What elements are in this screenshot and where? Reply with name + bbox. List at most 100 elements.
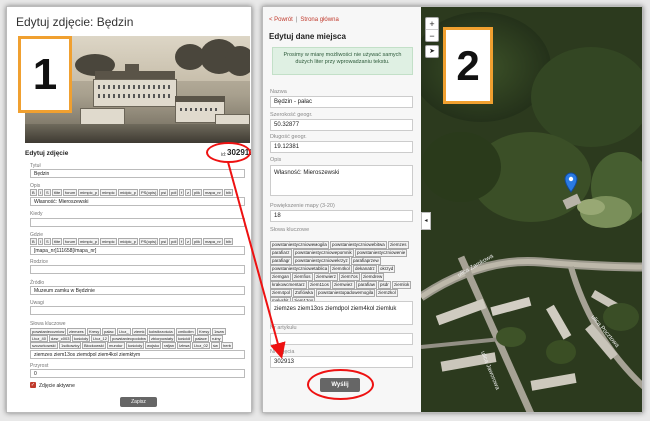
- keywords-textarea[interactable]: ziemzes ziem13os ziemdpol ziem4kol zieml…: [270, 301, 413, 325]
- keyword-tag[interactable]: Ltcz_40: [30, 335, 49, 342]
- map-zoom-input[interactable]: 18: [270, 210, 413, 222]
- back-link[interactable]: < Powrót: [269, 17, 293, 23]
- keyword-tag[interactable]: ziemgan: [270, 273, 292, 281]
- keyword-tag[interactable]: parafiarz: [270, 249, 292, 257]
- keyword-tag[interactable]: Kresy: [87, 328, 102, 335]
- keyword-tag[interactable]: 1wzw: [212, 328, 227, 335]
- format-button[interactable]: z: [185, 189, 191, 196]
- keyword-tag[interactable]: kolwikrzościa: [147, 328, 175, 335]
- photo-number-input[interactable]: 302913: [270, 356, 413, 368]
- format-button[interactable]: tlite: [52, 189, 63, 196]
- keyword-tag[interactable]: powstaniecpodobw: [110, 335, 149, 342]
- format-button[interactable]: psi: [159, 238, 169, 245]
- format-button[interactable]: tlite: [52, 238, 63, 245]
- keyword-tag[interactable]: Kresy: [197, 328, 212, 335]
- keyword-tag[interactable]: ziemzes: [388, 241, 409, 249]
- keyword-tag[interactable]: Izbwa: [177, 342, 192, 349]
- keyword-tag[interactable]: ziemdrew: [361, 273, 385, 281]
- keyword-tag[interactable]: ziemwiez: [332, 281, 355, 289]
- latitude-input[interactable]: 50.32877: [270, 119, 413, 131]
- article-number-input[interactable]: [270, 333, 413, 345]
- title-input[interactable]: Będzin: [30, 169, 245, 178]
- keyword-tag[interactable]: dzsr_c003: [49, 335, 72, 342]
- format-button[interactable]: midpic_p: [118, 238, 139, 245]
- keyword-tag[interactable]: powstaniestycznioweмogila: [270, 241, 329, 249]
- format-button[interactable]: mimpic: [100, 238, 117, 245]
- keyword-tag[interactable]: Błockowski: [82, 342, 106, 349]
- keyword-tag[interactable]: ziem4pol: [270, 289, 293, 297]
- keyword-tag[interactable]: powstaniestyczniowekrzyz: [293, 257, 350, 265]
- keyword-tag[interactable]: Zofiówka: [293, 289, 316, 297]
- keyword-tag[interactable]: mundur: [107, 342, 125, 349]
- keyword-tag[interactable]: parafiaw: [356, 281, 378, 289]
- format-button[interactable]: bib: [224, 189, 234, 196]
- keywords-input[interactable]: ziemzes ziem13os ziemdpol ziem4kol ziemk…: [30, 350, 245, 359]
- keyword-tag[interactable]: krakowcmentarz: [270, 281, 307, 289]
- description-input[interactable]: Własność: Mieroszewski: [30, 197, 245, 206]
- parents-input[interactable]: [30, 265, 245, 274]
- locate-icon[interactable]: ➤: [425, 45, 439, 58]
- keyword-tag[interactable]: kościoły: [126, 342, 145, 349]
- keyword-tag[interactable]: św: [211, 342, 220, 349]
- format-button[interactable]: I: [38, 238, 44, 245]
- collapse-panel-button[interactable]: ◂: [421, 212, 431, 230]
- keyword-tag[interactable]: rafjan: [162, 342, 177, 349]
- save-button[interactable]: Zapisz: [120, 397, 157, 407]
- keyword-tag[interactable]: powstaniestyczniowepomnik: [293, 249, 354, 257]
- format-button[interactable]: B: [30, 189, 37, 196]
- keyword-tag[interactable]: ziemfios: [292, 273, 313, 281]
- keyword-tag[interactable]: pałac: [102, 328, 116, 335]
- keyword-tag[interactable]: kościoły: [72, 335, 91, 342]
- format-button[interactable]: mimpic_p: [78, 189, 100, 196]
- format-button[interactable]: midpic_p: [118, 189, 139, 196]
- format-button[interactable]: forum: [63, 189, 78, 196]
- format-button[interactable]: mimpic_p: [78, 238, 100, 245]
- format-button[interactable]: B: [30, 238, 37, 245]
- format-button[interactable]: pdi: [169, 238, 179, 245]
- source-input[interactable]: Muzeum zamku w Będzinie: [30, 286, 245, 295]
- keyword-tag[interactable]: powstaniestyczniowebitwa: [330, 241, 387, 249]
- zoom-in-button[interactable]: +: [426, 18, 438, 30]
- format-button[interactable]: f: [179, 238, 185, 245]
- keyword-tag[interactable]: ziemwierz: [314, 273, 339, 281]
- format-button[interactable]: mapa_nr: [203, 238, 223, 245]
- keyword-tag[interactable]: Ltcz_12: [91, 335, 110, 342]
- notes-input[interactable]: [30, 306, 245, 315]
- format-button[interactable]: bib: [224, 238, 234, 245]
- satellite-map[interactable]: ulica Zamkowa ulica Jaworowa ulica Poczt…: [421, 7, 642, 412]
- keyword-tag[interactable]: psdr: [378, 281, 391, 289]
- where-input[interactable]: [mapa_nr]111658[/mapa_nr]: [30, 246, 245, 255]
- format-button[interactable]: mimpic: [100, 189, 117, 196]
- format-button[interactable]: pdi: [169, 189, 179, 196]
- keyword-tag[interactable]: 1sdkowicy: [59, 342, 82, 349]
- keyword-tag[interactable]: zbiorpowiaty: [149, 335, 176, 342]
- format-button[interactable]: psi: [159, 189, 169, 196]
- keyword-tag[interactable]: ziem7os: [339, 273, 360, 281]
- keyword-tag[interactable]: powstaniestopadowemogila: [316, 289, 376, 297]
- keyword-tag[interactable]: pałace: [193, 335, 209, 342]
- keyword-tag[interactable]: kościół: [176, 335, 193, 342]
- format-button[interactable]: I: [38, 189, 44, 196]
- keyword-tag[interactable]: ziem2kol: [376, 289, 398, 297]
- format-button[interactable]: mapa_nr: [203, 189, 223, 196]
- keyword-tag[interactable]: wojsko: [145, 342, 162, 349]
- keyword-tag[interactable]: szczurkowski: [30, 342, 58, 349]
- format-button[interactable]: z: [185, 238, 191, 245]
- keyword-tag[interactable]: powstaniestyczniowenie: [355, 249, 408, 257]
- format-button[interactable]: PS(opis): [139, 238, 159, 245]
- when-input[interactable]: [30, 218, 245, 227]
- keyword-tag[interactable]: ziemk: [132, 328, 147, 335]
- keyword-tag[interactable]: Ltcz_: [117, 328, 131, 335]
- format-button[interactable]: forum: [63, 238, 78, 245]
- keyword-tag[interactable]: powstaniecczniow: [30, 328, 67, 335]
- description-textarea[interactable]: Własność: Mieroszewski: [270, 165, 413, 196]
- keyword-tag[interactable]: dekanatrz: [353, 265, 377, 273]
- format-button[interactable]: f: [179, 189, 185, 196]
- keyword-tag[interactable]: ziemlok: [392, 281, 412, 289]
- name-input[interactable]: Będzin - pałac: [270, 96, 413, 108]
- keyword-tag[interactable]: ruiny: [210, 335, 223, 342]
- keyword-tag[interactable]: cmikolim: [176, 328, 196, 335]
- keyword-tag[interactable]: ziemzes: [67, 328, 86, 335]
- keyword-tag[interactable]: parafiaprzew: [351, 257, 381, 265]
- active-checkbox[interactable]: ✓: [30, 382, 36, 388]
